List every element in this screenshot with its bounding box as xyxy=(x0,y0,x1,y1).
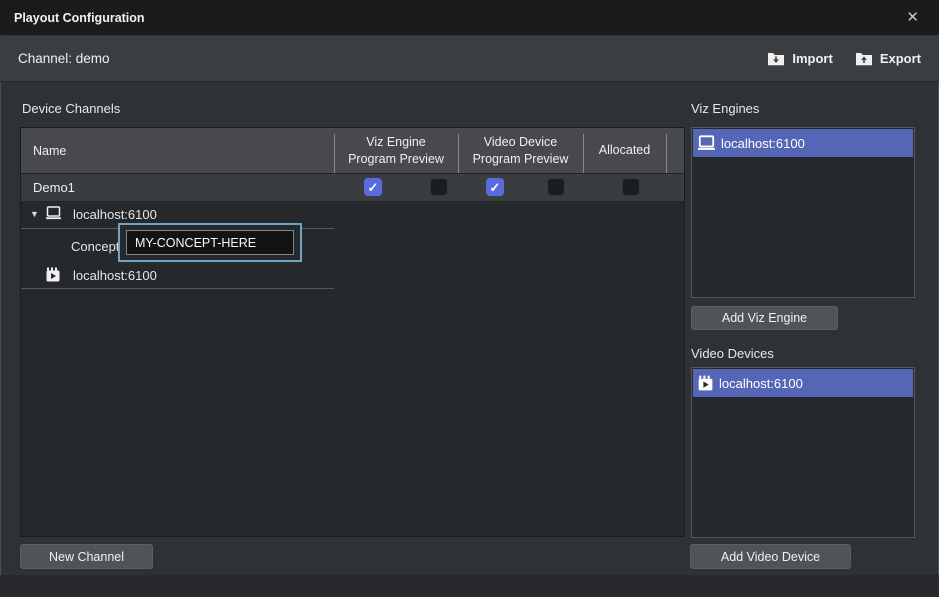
viz-engine-monitor-icon xyxy=(45,206,62,223)
viz-engines-list: localhost:6100 xyxy=(691,127,915,298)
checkbox-viz-program[interactable]: ✓ xyxy=(364,178,382,196)
checkbox-video-preview[interactable] xyxy=(547,178,565,196)
import-label: Import xyxy=(792,51,832,66)
export-button[interactable]: Export xyxy=(855,51,921,66)
video-device-list-item[interactable]: localhost:6100 xyxy=(693,369,913,397)
import-button[interactable]: Import xyxy=(767,51,832,66)
checkbox-viz-preview[interactable] xyxy=(430,178,448,196)
toolbar: Channel: demo Import Expor xyxy=(0,36,939,82)
concept-input-focus-ring xyxy=(118,223,302,262)
video-devices-title: Video Devices xyxy=(691,346,774,361)
device-channels-title: Device Channels xyxy=(22,101,120,116)
footer-band xyxy=(0,575,939,597)
viz-engine-item-label: localhost:6100 xyxy=(721,136,805,151)
channel-name-cell: Demo1 xyxy=(33,174,75,201)
concept-label: Concept xyxy=(71,239,119,254)
add-viz-engine-button[interactable]: Add Viz Engine xyxy=(691,306,838,330)
close-icon[interactable]: ✕ xyxy=(900,10,925,25)
table-header-row: Name Viz Engine Program Preview Video De… xyxy=(21,128,684,174)
device-channels-table: Name Viz Engine Program Preview Video De… xyxy=(20,127,685,537)
export-label: Export xyxy=(880,51,921,66)
column-divider xyxy=(334,134,335,173)
row-divider xyxy=(21,288,334,289)
toolbar-buttons: Import Export xyxy=(767,51,921,66)
column-divider xyxy=(666,134,667,173)
tree-row-video-device[interactable]: localhost:6100 xyxy=(21,263,684,288)
viz-engine-list-item[interactable]: localhost:6100 xyxy=(693,129,913,157)
table-row-channel[interactable]: Demo1 ✓ ✓ xyxy=(21,174,684,202)
playout-configuration-dialog: Playout Configuration ✕ Channel: demo Im… xyxy=(0,0,939,597)
import-folder-icon xyxy=(767,51,785,66)
viz-engine-host-label: localhost:6100 xyxy=(73,207,157,222)
title-bar: Playout Configuration ✕ xyxy=(0,0,939,35)
export-folder-icon xyxy=(855,51,873,66)
collapse-expander-icon[interactable]: ▼ xyxy=(30,209,39,219)
add-video-device-button[interactable]: Add Video Device xyxy=(690,544,851,569)
video-devices-list: localhost:6100 xyxy=(691,367,915,538)
video-device-clapper-icon xyxy=(697,374,714,392)
viz-engine-monitor-icon xyxy=(697,135,716,151)
column-divider xyxy=(583,134,584,173)
channel-label: Channel: demo xyxy=(18,51,110,66)
new-channel-button[interactable]: New Channel xyxy=(20,544,153,569)
column-header-viz-engine[interactable]: Viz Engine Program Preview xyxy=(334,128,458,173)
viz-engines-title: Viz Engines xyxy=(691,101,759,116)
video-device-host-label: localhost:6100 xyxy=(73,268,157,283)
column-header-video-device[interactable]: Video Device Program Preview xyxy=(458,128,583,173)
checkbox-allocated[interactable] xyxy=(622,178,640,196)
column-header-name[interactable]: Name xyxy=(33,128,66,173)
concept-input[interactable] xyxy=(126,230,294,255)
video-device-clapper-icon xyxy=(45,266,61,286)
column-header-allocated[interactable]: Allocated xyxy=(583,128,666,173)
window-title: Playout Configuration xyxy=(14,11,145,25)
video-device-item-label: localhost:6100 xyxy=(719,376,803,391)
column-divider xyxy=(458,134,459,173)
checkbox-video-program[interactable]: ✓ xyxy=(486,178,504,196)
